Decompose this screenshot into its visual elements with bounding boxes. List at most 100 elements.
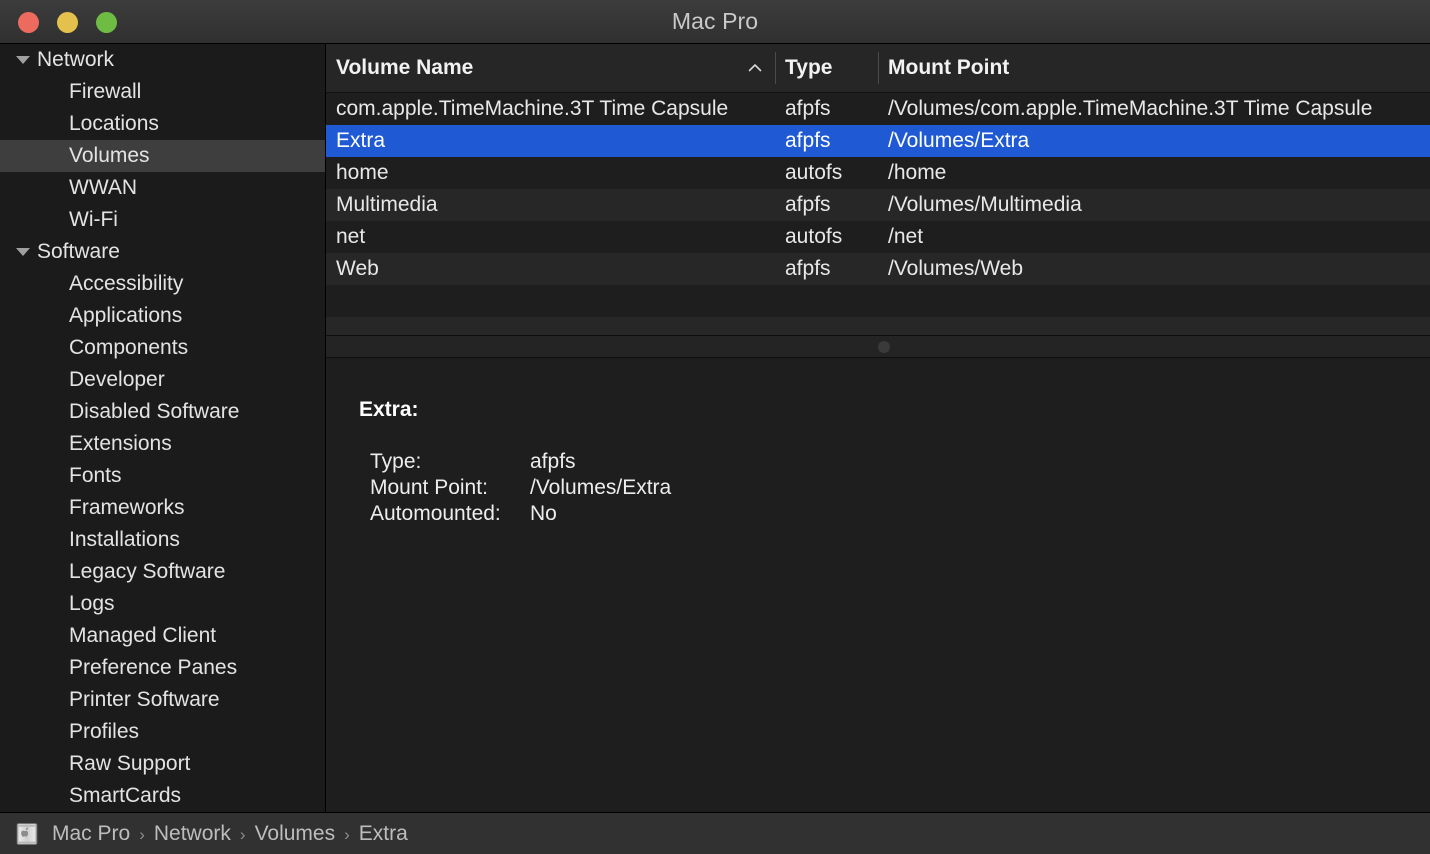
table-row-empty[interactable]: [326, 285, 1430, 317]
sidebar-item-developer[interactable]: Developer: [0, 364, 325, 396]
window-body: Network Firewall Locations Volumes WWAN Wi-Fi…: [0, 44, 1430, 812]
system-information-window: Mac Pro Network Firewall Locations Volumes W…: [0, 0, 1430, 854]
table-row[interactable]: home autofs/home: [326, 157, 1430, 189]
cell-name: com.apple.TimeMachine.3T Time Capsule: [336, 97, 729, 120]
sidebar-item-wwan[interactable]: WWAN: [0, 172, 325, 204]
sidebar-item-label: Raw Support: [69, 752, 191, 775]
pane-splitter[interactable]: [326, 335, 1430, 358]
mac-pro-icon: [14, 821, 40, 847]
sidebar-item-printer-software[interactable]: Printer Software: [0, 684, 325, 716]
breadcrumb-separator-chevron-right-icon: ›: [239, 824, 246, 844]
sidebar-item-label: Accessibility: [69, 272, 184, 295]
column-header-mount-point-label: Mount Point: [888, 56, 1010, 79]
cell-type: afpfs: [785, 97, 831, 120]
window-title: Mac Pro: [671, 8, 759, 34]
minimize-button[interactable]: [57, 11, 78, 33]
sidebar-item-preference-panes[interactable]: Preference Panes: [0, 652, 325, 684]
sidebar-item-logs[interactable]: Logs: [0, 588, 325, 620]
sidebar-item-label: Network: [37, 48, 115, 71]
disclosure-triangle-down-icon[interactable]: [14, 51, 32, 69]
detail-pane: Extra: Type: afpfs Mount Point: /Volumes/Ex…: [326, 358, 1430, 812]
detail-field-row: Type: afpfs: [370, 450, 671, 476]
breadcrumb-item[interactable]: Mac Pro: [52, 822, 130, 845]
sidebar-item-software[interactable]: Software: [0, 236, 325, 268]
sidebar-item-label: Profiles: [69, 720, 140, 743]
cell-type: afpfs: [785, 193, 831, 216]
detail-field-label: Type:: [370, 450, 422, 473]
column-header-mount-point[interactable]: Mount Point: [878, 44, 1430, 92]
sidebar-item-legacy-software[interactable]: Legacy Software: [0, 556, 325, 588]
detail-field-value: afpfs: [530, 450, 576, 473]
sidebar-item-label: Printer Software: [69, 688, 220, 711]
sidebar-item-label: Locations: [69, 112, 159, 135]
table-row[interactable]: com.apple.TimeMachine.3T Time Capsule afp…: [326, 93, 1430, 125]
sidebar-item-disabled-software[interactable]: Disabled Software: [0, 396, 325, 428]
sidebar-item-locations[interactable]: Locations: [0, 108, 325, 140]
sidebar-item-label: Managed Client: [69, 624, 217, 647]
table-row[interactable]: Extra afpfs/Volumes/Extra: [326, 125, 1430, 157]
sidebar-item-wi-fi[interactable]: Wi-Fi: [0, 204, 325, 236]
sidebar-item-profiles[interactable]: Profiles: [0, 716, 325, 748]
sidebar-item-volumes[interactable]: Volumes: [0, 140, 325, 172]
detail-field-row: Automounted: No: [370, 502, 671, 528]
sidebar-item-smartcards[interactable]: SmartCards: [0, 780, 325, 812]
table-header: Volume Name Type Mount Point: [326, 44, 1430, 93]
table-row-empty[interactable]: [326, 317, 1430, 335]
sidebar-item-label: Logs: [69, 592, 115, 615]
detail-field-row: Mount Point: /Volumes/Extra: [370, 476, 671, 502]
cell-type: afpfs: [785, 257, 831, 280]
cell-name: Multimedia: [336, 193, 438, 216]
cell-mount: /Volumes/com.apple.TimeMachine.3T Time C…: [888, 97, 1373, 120]
detail-field-value: /Volumes/Extra: [530, 476, 672, 499]
sidebar-item-label: Wi-Fi: [69, 208, 118, 231]
sidebar-item-managed-client[interactable]: Managed Client: [0, 620, 325, 652]
sidebar-item-label: Firewall: [69, 80, 142, 103]
sidebar-item-installations[interactable]: Installations: [0, 524, 325, 556]
sidebar-item-extensions[interactable]: Extensions: [0, 428, 325, 460]
window-controls: [18, 0, 117, 44]
sidebar[interactable]: Network Firewall Locations Volumes WWAN Wi-Fi…: [0, 44, 326, 812]
column-header-type[interactable]: Type: [775, 44, 878, 92]
sidebar-item-fonts[interactable]: Fonts: [0, 460, 325, 492]
close-button[interactable]: [18, 11, 39, 33]
cell-mount: /home: [888, 161, 947, 184]
sidebar-item-components[interactable]: Components: [0, 332, 325, 364]
table-row[interactable]: net autofs/net: [326, 221, 1430, 253]
sidebar-item-network[interactable]: Network: [0, 44, 325, 76]
table-row[interactable]: Web afpfs/Volumes/Web: [326, 253, 1430, 285]
sidebar-item-label: Legacy Software: [69, 560, 226, 583]
column-header-type-label: Type: [785, 56, 833, 79]
sidebar-item-label: Frameworks: [69, 496, 185, 519]
sidebar-item-raw-support[interactable]: Raw Support: [0, 748, 325, 780]
column-header-volume-name[interactable]: Volume Name: [326, 44, 775, 92]
sort-ascending-caret-up-icon: [747, 60, 763, 76]
column-header-volume-name-label: Volume Name: [336, 56, 474, 79]
cell-name: net: [336, 225, 366, 248]
detail-fields: Type: afpfs Mount Point: /Volumes/Extra Auto…: [370, 450, 671, 528]
sidebar-item-label: Preference Panes: [69, 656, 238, 679]
breadcrumb-item[interactable]: Extra: [359, 822, 408, 845]
cell-type: afpfs: [785, 129, 831, 152]
sidebar-item-accessibility[interactable]: Accessibility: [0, 268, 325, 300]
sidebar-item-firewall[interactable]: Firewall: [0, 76, 325, 108]
sidebar-item-frameworks[interactable]: Frameworks: [0, 492, 325, 524]
breadcrumb: Mac Pro › Network › Volumes › Extra: [0, 812, 1430, 854]
sidebar-item-label: Disabled Software: [69, 400, 240, 423]
volumes-table[interactable]: com.apple.TimeMachine.3T Time Capsule afp…: [326, 93, 1430, 335]
cell-mount: /Volumes/Web: [888, 257, 1024, 280]
table-row[interactable]: Multimedia afpfs/Volumes/Multimedia: [326, 189, 1430, 221]
detail-field-label: Automounted:: [370, 502, 501, 525]
breadcrumb-separator-chevron-right-icon: ›: [139, 824, 145, 844]
cell-type: autofs: [785, 225, 843, 248]
disclosure-triangle-down-icon[interactable]: [14, 243, 32, 261]
zoom-button[interactable]: [96, 11, 117, 33]
splitter-grip-handle[interactable]: [878, 340, 890, 353]
window-titlebar: Mac Pro: [0, 0, 1430, 44]
breadcrumb-item[interactable]: Volumes: [255, 822, 336, 845]
breadcrumb-item[interactable]: Network: [154, 822, 231, 845]
sidebar-item-label: Installations: [69, 528, 180, 551]
sidebar-item-label: Components: [69, 336, 189, 359]
sidebar-item-label: Fonts: [69, 464, 122, 487]
cell-type: autofs: [785, 161, 843, 184]
sidebar-item-applications[interactable]: Applications: [0, 300, 325, 332]
